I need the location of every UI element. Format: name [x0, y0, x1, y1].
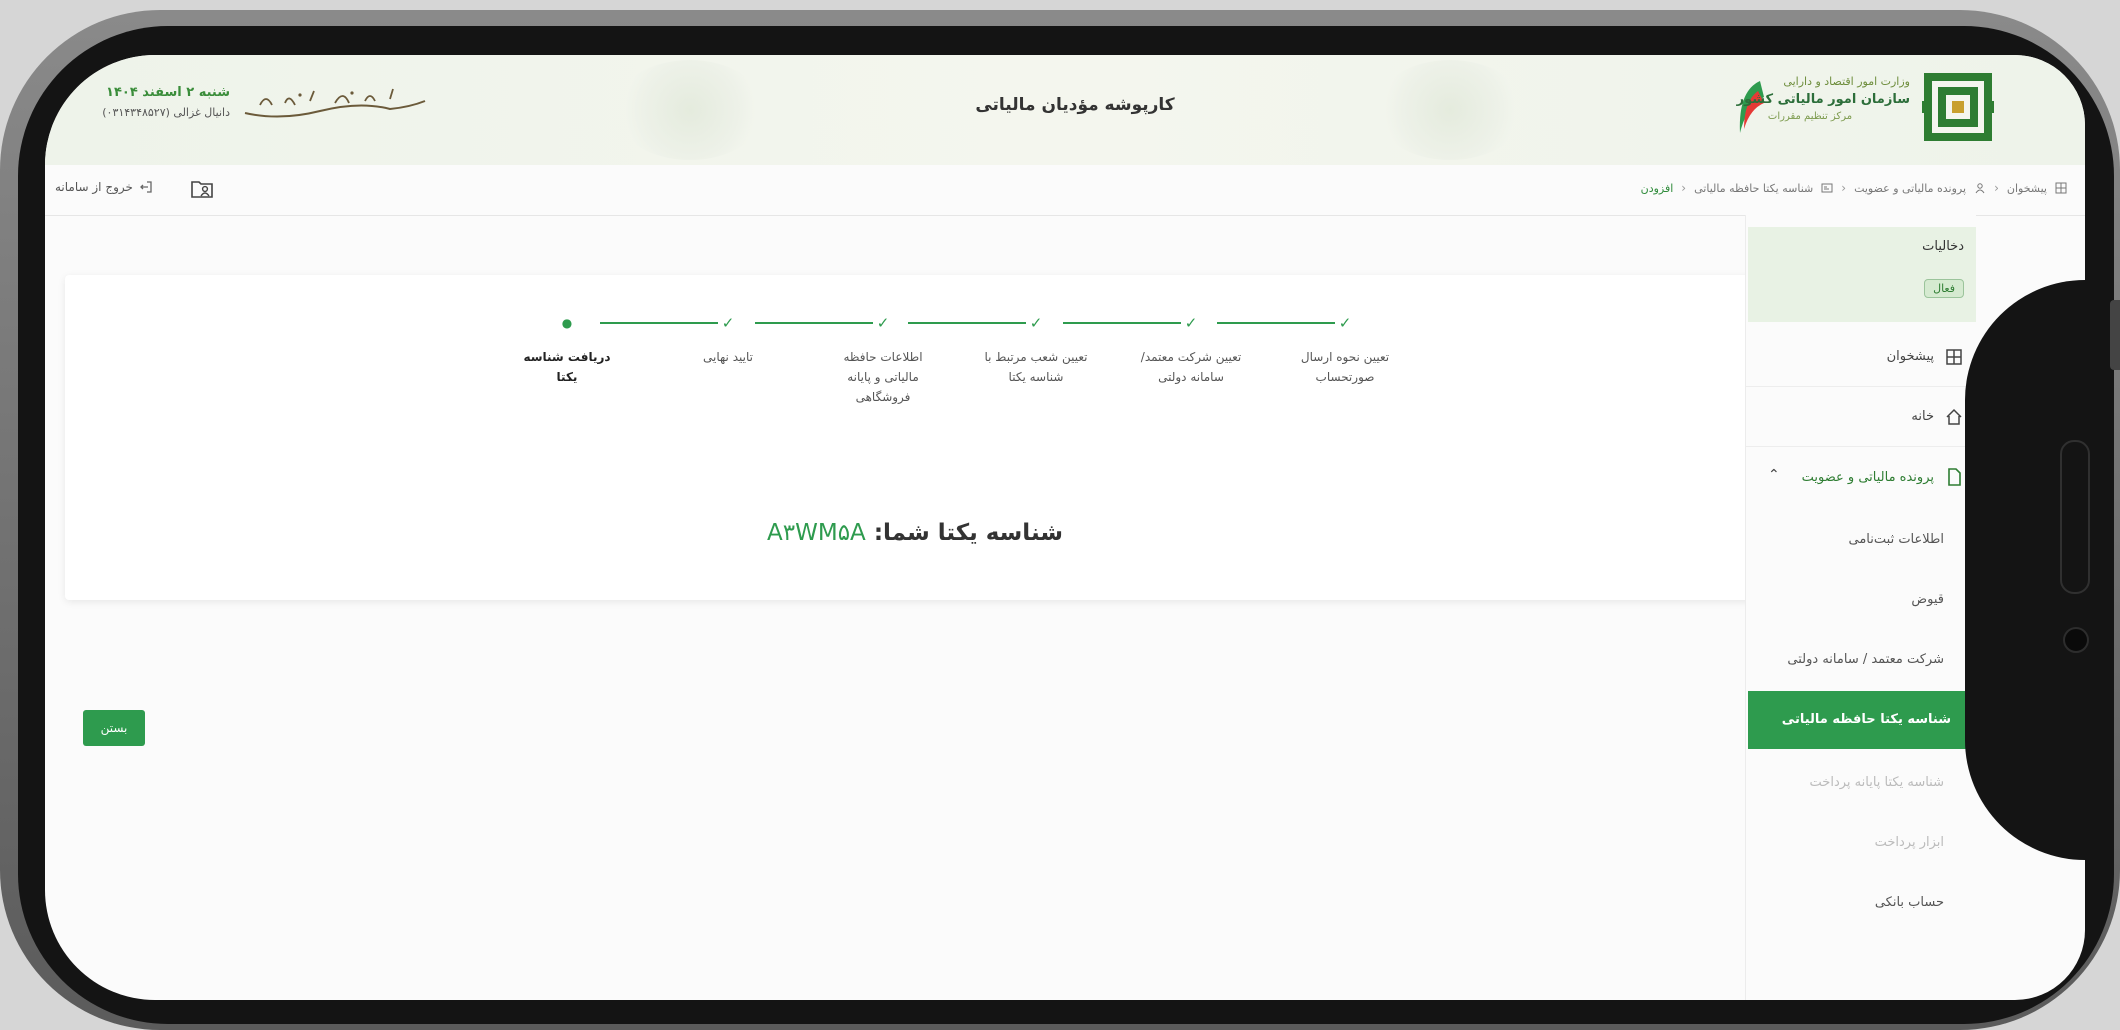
- step-connector: [755, 322, 873, 324]
- breadcrumb-item-unique-id[interactable]: شناسه یکتا حافظه مالیاتی: [1694, 182, 1813, 195]
- check-icon: ✓: [1184, 314, 1198, 332]
- user-icon: [1975, 183, 1985, 194]
- check-icon: ✓: [721, 314, 735, 332]
- breadcrumb-item-dashboard[interactable]: پیشخوان: [2007, 182, 2047, 195]
- organization-name: سازمان امور مالیاتی کشور: [1736, 92, 1910, 107]
- submenu-item-bank-account[interactable]: حساب بانکی: [1746, 878, 1966, 928]
- chevron-left-icon: ‹: [1994, 181, 1999, 195]
- app-screen: شنبه ۲ اسفند ۱۴۰۴ دانیال غزالی (۰۳۱۴۳۴۸۵…: [45, 55, 2085, 1000]
- exit-link[interactable]: خروج از سامانه: [55, 180, 153, 194]
- settings-panel: دخالیات فعال: [1748, 227, 1976, 322]
- step-connector: [600, 322, 718, 324]
- calligraphy-logo: [244, 88, 426, 118]
- home-icon: [1944, 407, 1964, 427]
- chevron-left-icon: ‹: [1681, 181, 1687, 195]
- close-button[interactable]: بستن: [83, 710, 145, 746]
- step-label-memory-info: اطلاعات حافظه مالیاتی و پایانه فروشگاهی: [843, 350, 923, 404]
- breadcrumb-item-tax-file[interactable]: پرونده مالیاتی و عضویت: [1854, 182, 1966, 195]
- id-card-icon: [1821, 183, 1833, 193]
- submenu-item-registration-info[interactable]: اطلاعات ثبت‌نامی: [1746, 515, 1966, 565]
- sidebar-item-label: خانه: [1911, 409, 1934, 424]
- submenu-item-payment-tools: ابزار پرداخت: [1874, 835, 1944, 850]
- submenu-item-bills[interactable]: قیوض: [1746, 575, 1966, 625]
- header-ornament: [1375, 60, 1525, 160]
- page-title: کارپوشه مؤدیان مالیاتی: [975, 95, 1175, 115]
- sidebar-item-label: پرونده مالیاتی و عضویت: [1801, 469, 1934, 485]
- unique-id-code: A۳WM۵A: [767, 520, 866, 546]
- chevron-left-icon: ‹: [1841, 181, 1847, 195]
- submenu-item-trusted-company[interactable]: شرکت معتمد / سامانه دولتی: [1746, 635, 1966, 685]
- submenu-item-terminal-unique-id: شناسه یکتا پایانه پرداخت: [1809, 775, 1944, 790]
- stepper: ✓ ✓ ✓ ✓ ✓ ● تعیین نحوه ارسال صورتحساب تع…: [65, 275, 1760, 404]
- step-label-invoice-method: تعیین نحوه ارسال صورتحساب: [1300, 350, 1390, 384]
- exit-label: خروج از سامانه: [55, 180, 133, 194]
- tax-organization-logo: [1922, 73, 1994, 141]
- step-connector: [1063, 322, 1181, 324]
- toolbar: خروج از سامانه پیشخوان ‹ پرونده مالیاتی …: [45, 165, 2085, 216]
- step-connector: [908, 322, 1026, 324]
- logout-icon: [139, 181, 152, 193]
- status-badge: فعال: [1924, 279, 1964, 298]
- dashboard-icon: [1944, 347, 1964, 367]
- user-name: دانیال غزالی (۰۳۱۴۳۴۸۵۲۷): [102, 106, 230, 119]
- header-ornament: [615, 60, 765, 160]
- step-connector: [1217, 322, 1335, 324]
- step-label-trusted-company: تعیین شرکت معتمد/سامانه دولتی: [1140, 350, 1242, 384]
- chevron-up-icon[interactable]: ⌃: [1768, 467, 1780, 483]
- step-label-receive-id: دریافت شناسه یکتا: [523, 350, 611, 384]
- sidebar: دخالیات فعال پیشخوان خانه پرونده مالیاتی…: [1745, 215, 1976, 1000]
- step-label-branches: تعیین شعب مرتبط با شناسه یکتا: [984, 350, 1088, 384]
- document-icon: [1944, 467, 1964, 487]
- check-icon: ✓: [876, 314, 890, 332]
- content-card: ✓ ✓ ✓ ✓ ✓ ● تعیین نحوه ارسال صورتحساب تع…: [65, 275, 1760, 746]
- ministry-name: وزارت امور اقتصاد و دارایی: [1783, 75, 1910, 88]
- phone-speaker: [2060, 440, 2090, 594]
- phone-side-button: [2110, 300, 2120, 370]
- settings-title: دخالیات: [1922, 239, 1964, 254]
- breadcrumb: پیشخوان ‹ پرونده مالیاتی و عضویت ‹ شناسه…: [1641, 181, 2067, 195]
- check-icon: ✓: [1029, 314, 1043, 332]
- unique-id-display: شناسه یکتا شما: A۳WM۵A: [665, 520, 1165, 546]
- slogan-calligraphy: [240, 83, 430, 129]
- app-header: شنبه ۲ اسفند ۱۴۰۴ دانیال غزالی (۰۳۱۴۳۴۸۵…: [45, 55, 2085, 166]
- current-step-dot-icon: ●: [561, 316, 573, 330]
- sidebar-item-dashboard[interactable]: پیشخوان: [1746, 327, 1976, 387]
- sidebar-item-home[interactable]: خانه: [1746, 387, 1976, 447]
- submenu-item-memory-unique-id[interactable]: شناسه یکتا حافظه مالیاتی: [1748, 691, 1973, 749]
- breadcrumb-item-add: افزودن: [1640, 181, 1674, 195]
- phone-camera: [2063, 627, 2089, 653]
- sidebar-item-tax-file[interactable]: پرونده مالیاتی و عضویت ⌃: [1746, 447, 1976, 507]
- sidebar-item-label: پیشخوان: [1886, 349, 1934, 364]
- organization-subtitle: مرکز تنظیم مقررات: [1767, 111, 1853, 122]
- date-block: شنبه ۲ اسفند ۱۴۰۴ دانیال غزالی (۰۳۱۴۳۴۸۵…: [60, 85, 230, 119]
- unique-id-label: شناسه یکتا شما:: [873, 520, 1063, 546]
- org-name-block: وزارت امور اقتصاد و دارایی سازمان امور م…: [1710, 75, 1910, 122]
- current-date: شنبه ۲ اسفند ۱۴۰۴: [106, 85, 230, 100]
- folder-user-icon[interactable]: [190, 177, 214, 201]
- check-icon: ✓: [1338, 314, 1352, 332]
- dashboard-icon: [2055, 182, 2067, 194]
- step-label-final-confirm: تایید نهایی: [703, 350, 753, 364]
